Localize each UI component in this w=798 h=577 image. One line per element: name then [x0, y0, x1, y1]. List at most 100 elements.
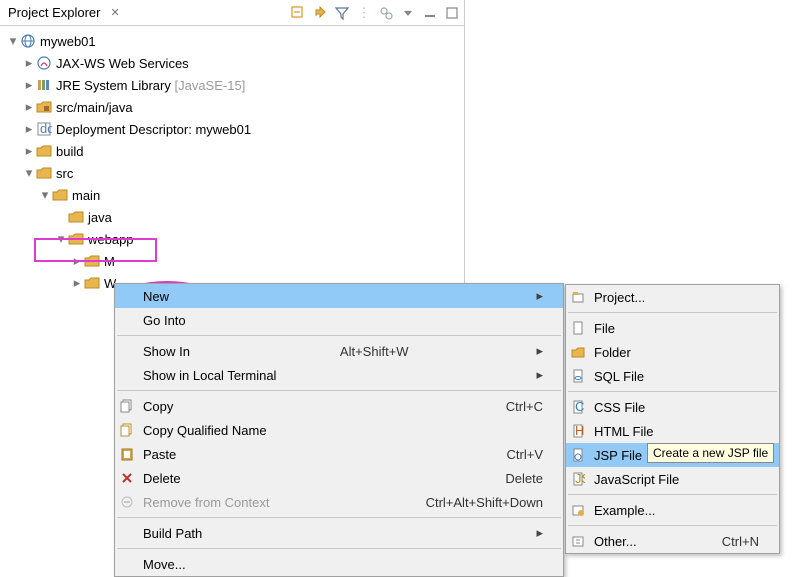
menu-item-remove-context: Remove from Context Ctrl+Alt+Shift+Down [115, 490, 563, 514]
chevron-right-icon[interactable]: ▸ [22, 144, 36, 158]
tree-label: src/main/java [56, 100, 133, 115]
submenu-item-other[interactable]: Other... Ctrl+N [566, 529, 779, 553]
menu-separator [568, 494, 777, 495]
menu-label: Go Into [143, 313, 186, 328]
remove-context-icon [119, 494, 135, 510]
menu-label: SQL File [594, 369, 644, 384]
menu-item-show-terminal[interactable]: Show in Local Terminal ▸ [115, 363, 563, 387]
tree-item-build[interactable]: ▸ build [0, 140, 464, 162]
chevron-right-icon[interactable]: ▸ [70, 276, 84, 290]
view-menu-icon[interactable] [400, 5, 416, 21]
menu-separator [117, 335, 561, 336]
submenu-arrow-icon: ▸ [506, 367, 543, 383]
menu-label: Paste [143, 447, 176, 462]
package-folder-icon [36, 99, 52, 115]
web-service-icon [36, 55, 52, 71]
other-icon [570, 533, 586, 549]
submenu-item-file[interactable]: File [566, 316, 779, 340]
minimize-icon[interactable] [422, 5, 438, 21]
menu-label: CSS File [594, 400, 645, 415]
menu-shortcut: Ctrl+N [692, 534, 759, 549]
close-icon[interactable]: ✕ [106, 6, 123, 19]
paste-icon [119, 446, 135, 462]
menu-label: Copy Qualified Name [143, 423, 267, 438]
chevron-right-icon[interactable]: ▸ [22, 100, 36, 114]
panel-title-bar: Project Explorer ✕ ⋮ [0, 0, 464, 26]
menu-separator [117, 390, 561, 391]
menu-item-copy[interactable]: Copy Ctrl+C [115, 394, 563, 418]
submenu-item-css[interactable]: C CSS File [566, 395, 779, 419]
jsp-file-icon [570, 447, 586, 463]
menu-separator [568, 525, 777, 526]
chevron-right-icon[interactable]: ▸ [22, 122, 36, 136]
chevron-down-icon[interactable]: ▾ [6, 34, 20, 48]
chevron-down-icon[interactable]: ▾ [22, 166, 36, 180]
menu-label: Build Path [143, 526, 202, 541]
tree-item-jre[interactable]: ▸ JRE System Library [JavaSE-15] [0, 74, 464, 96]
tree-item-srcmainjava[interactable]: ▸ src/main/java [0, 96, 464, 118]
menu-shortcut: Alt+Shift+W [310, 344, 409, 359]
collapse-all-icon[interactable] [290, 5, 306, 21]
tree-item-deploy[interactable]: ▸ dd Deployment Descriptor: myweb01 [0, 118, 464, 140]
tree-item-main[interactable]: ▾ main [0, 184, 464, 206]
menu-item-go-into[interactable]: Go Into [115, 308, 563, 332]
file-icon [570, 320, 586, 336]
submenu-item-example[interactable]: Example... [566, 498, 779, 522]
svg-text:C: C [575, 400, 584, 414]
menu-label: HTML File [594, 424, 653, 439]
web-project-icon [20, 33, 36, 49]
context-menu: New ▸ Go Into Show In Alt+Shift+W ▸ Show… [114, 283, 564, 577]
svg-text:JS: JS [575, 472, 585, 486]
submenu-item-project[interactable]: Project... [566, 285, 779, 309]
chevron-right-icon[interactable]: ▸ [22, 56, 36, 70]
menu-label: Move... [143, 557, 186, 572]
submenu-item-js[interactable]: JS JavaScript File [566, 467, 779, 491]
toolbar-separator: ⋮ [356, 5, 372, 21]
tree-item-jaxws[interactable]: ▸ JAX-WS Web Services [0, 52, 464, 74]
folder-icon [36, 165, 52, 181]
delete-icon [119, 470, 135, 486]
folder-icon [52, 187, 68, 203]
menu-item-show-in[interactable]: Show In Alt+Shift+W ▸ [115, 339, 563, 363]
tree-label: java [88, 210, 112, 225]
tree-item-project[interactable]: ▾ myweb01 [0, 30, 464, 52]
svg-text:H: H [575, 424, 584, 438]
menu-label: JSP File [594, 448, 642, 463]
svg-text:dd: dd [40, 121, 52, 136]
focus-icon[interactable] [378, 5, 394, 21]
chevron-down-icon[interactable]: ▾ [38, 188, 52, 202]
menu-item-build-path[interactable]: Build Path ▸ [115, 521, 563, 545]
menu-label: Delete [143, 471, 181, 486]
js-file-icon: JS [570, 471, 586, 487]
submenu-item-sql[interactable]: SQL File [566, 364, 779, 388]
menu-shortcut: Ctrl+Alt+Shift+Down [396, 495, 543, 510]
menu-label: Folder [594, 345, 631, 360]
tree-item-src[interactable]: ▾ src [0, 162, 464, 184]
tree-item-java[interactable]: ▸ java [0, 206, 464, 228]
example-icon [570, 502, 586, 518]
submenu-item-folder[interactable]: Folder [566, 340, 779, 364]
filter-icon[interactable] [334, 5, 350, 21]
menu-separator [568, 312, 777, 313]
menu-label: Project... [594, 290, 645, 305]
tree-label: JRE System Library [JavaSE-15] [56, 78, 245, 93]
maximize-icon[interactable] [444, 5, 460, 21]
link-editor-icon[interactable] [312, 5, 328, 21]
menu-item-new[interactable]: New ▸ [115, 284, 563, 308]
menu-item-copy-qn[interactable]: Copy Qualified Name [115, 418, 563, 442]
menu-shortcut: Ctrl+C [476, 399, 543, 414]
menu-item-delete[interactable]: Delete Delete [115, 466, 563, 490]
menu-label: Example... [594, 503, 655, 518]
panel-title: Project Explorer [4, 5, 100, 20]
menu-label: File [594, 321, 615, 336]
menu-separator [117, 517, 561, 518]
folder-icon [36, 143, 52, 159]
chevron-right-icon[interactable]: ▸ [22, 78, 36, 92]
menu-item-paste[interactable]: Paste Ctrl+V [115, 442, 563, 466]
annotation-box-webapp [34, 238, 157, 262]
menu-separator [568, 391, 777, 392]
menu-item-move[interactable]: Move... [115, 552, 563, 576]
submenu-arrow-icon: ▸ [506, 525, 543, 541]
menu-label: Other... [594, 534, 637, 549]
submenu-item-html[interactable]: H HTML File [566, 419, 779, 443]
